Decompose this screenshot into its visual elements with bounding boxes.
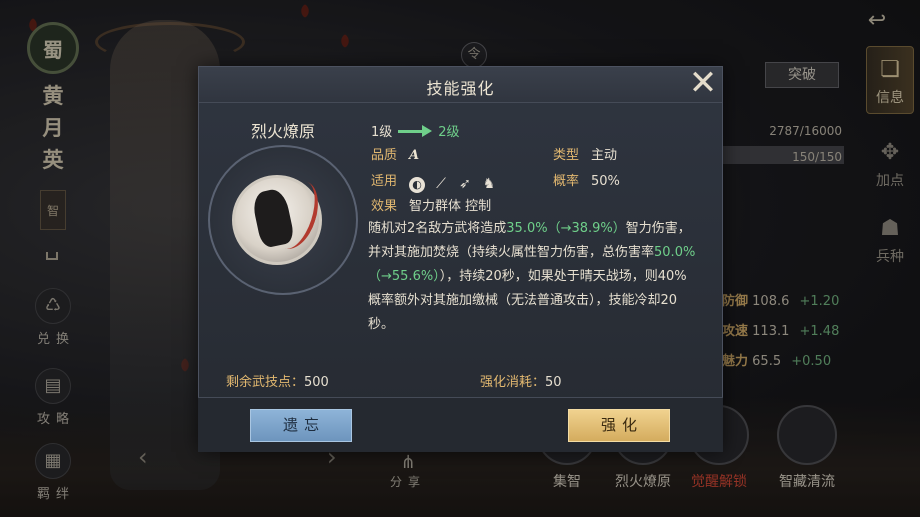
level-to: 2级 <box>438 125 460 140</box>
dialog-title: 技能强化 <box>426 79 495 98</box>
remaining-points-value: 500 <box>304 375 329 390</box>
effect-row: 效果 智力群体 控制 <box>371 195 491 214</box>
chance-key: 概率 <box>553 174 580 189</box>
quality-key: 品质 <box>371 148 398 163</box>
horse-icon: ♞ <box>482 176 496 192</box>
enhance-cost-label: 强化消耗： <box>480 375 546 390</box>
dialog-header: 技能强化 <box>199 67 722 103</box>
bow-icon: ⟋ <box>436 176 446 192</box>
type-row: 类型 主动 <box>553 144 617 163</box>
enhance-button[interactable]: 强化 <box>568 409 670 442</box>
effect-value: 智力群体 控制 <box>409 199 492 214</box>
skill-name: 烈火燎原 <box>250 122 315 141</box>
level-from: 1级 <box>371 125 393 140</box>
crossed-swords-close-icon[interactable]: ✕ <box>684 65 722 103</box>
chance-row: 概率 50% <box>553 170 620 189</box>
spear-icon: ➶ <box>459 176 471 192</box>
quality-row: 品质 A <box>371 144 419 163</box>
enhance-cost-value: 50 <box>545 375 562 390</box>
type-key: 类型 <box>553 148 580 163</box>
description-text: 随机对2名敌方武将造成 <box>368 221 507 236</box>
description-highlight: 35.0%（→38.9%） <box>506 221 626 236</box>
applicable-row: 适用 ◐ ⟋ ➶ ♞ <box>371 170 505 193</box>
enhance-cost: 强化消耗：50 <box>480 371 562 390</box>
effect-key: 效果 <box>371 199 398 214</box>
remaining-points-label: 剩余武技点： <box>226 375 305 390</box>
shield-icon: ◐ <box>409 177 426 193</box>
level-arrow-icon <box>398 124 433 137</box>
remaining-points: 剩余武技点：500 <box>226 371 329 390</box>
quality-value: A <box>409 148 420 163</box>
chance-value: 50% <box>591 174 620 189</box>
level-upgrade-row: 1级 2级 <box>371 121 460 140</box>
skill-description: 随机对2名敌方武将造成35.0%（→38.9%）智力伤害，并对其施加焚烧（持续火… <box>368 217 698 337</box>
type-value: 主动 <box>591 148 618 163</box>
forget-button[interactable]: 遗忘 <box>250 409 352 442</box>
applicable-key: 适用 <box>371 174 398 189</box>
